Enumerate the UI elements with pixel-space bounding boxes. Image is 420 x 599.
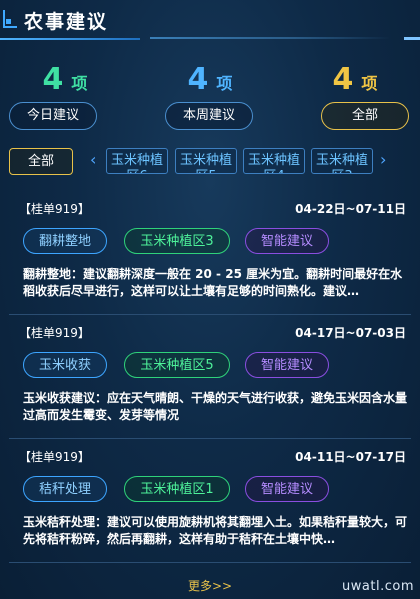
stat-today: 4项 <box>0 62 130 97</box>
variety-code: 【桂单919】 <box>19 450 90 464</box>
advice-card[interactable]: 【桂单919】 04-22日~07-11日 翻耕整地 玉米种植区3 智能建议 翻… <box>9 190 411 315</box>
filter-all-button[interactable]: 全部 <box>9 148 73 175</box>
variety-code: 【桂单919】 <box>19 202 90 216</box>
chevron-left-icon[interactable]: ‹ <box>90 150 96 169</box>
header-dot-icon <box>6 19 11 24</box>
task-tag: 秸秆处理 <box>23 476 107 502</box>
stat-week-unit: 项 <box>216 74 233 93</box>
date-range: 04-22日~07-11日 <box>295 202 406 216</box>
smart-tag: 智能建议 <box>245 476 329 502</box>
more-link[interactable]: 更多>> <box>188 577 232 594</box>
advice-card[interactable]: 【桂单919】 04-17日~07-03日 玉米收获 玉米种植区5 智能建议 玉… <box>9 314 411 439</box>
variety-code: 【桂单919】 <box>19 326 90 340</box>
stat-all: 4项 <box>290 62 420 97</box>
task-tag: 玉米收获 <box>23 352 107 378</box>
advice-text: 玉米收获建议：应在天气晴朗、干燥的天气进行收获，避免玉米因含水量过高而发生霉变、… <box>23 391 408 422</box>
area-tag: 玉米种植区3 <box>124 228 230 254</box>
date-range: 04-11日~07-17日 <box>295 450 406 464</box>
panel-title: 农事建议 <box>24 11 109 33</box>
week-button[interactable]: 本周建议 <box>165 102 253 130</box>
tab-crop-area-3[interactable]: 玉米种植区3 <box>311 148 373 174</box>
advice-text: 翻耕整地：建议翻耕深度一般在 20 - 25 厘米为宜。翻耕时间最好在水稻收获后… <box>23 267 403 298</box>
tab-crop-area-5[interactable]: 玉米种植区5 <box>175 148 237 174</box>
all-button[interactable]: 全部 <box>321 102 409 130</box>
area-tag: 玉米种植区5 <box>124 352 230 378</box>
header-dash <box>404 37 420 40</box>
tab-crop-area-6[interactable]: 玉米种植区6 <box>106 148 168 174</box>
task-tag: 翻耕整地 <box>23 228 107 254</box>
header-underline <box>0 38 140 40</box>
advice-card[interactable]: 【桂单919】 04-11日~07-17日 秸秆处理 玉米种植区1 智能建议 玉… <box>9 438 411 563</box>
header-divider <box>150 37 390 39</box>
stat-all-unit: 项 <box>361 74 378 93</box>
chevron-right-icon[interactable]: › <box>380 150 386 169</box>
advice-text: 玉米秸秆处理：建议可以使用旋耕机将其翻埋入土。如果秸秆量较大，可先将秸秆粉碎，然… <box>23 515 408 546</box>
smart-tag: 智能建议 <box>245 228 329 254</box>
stat-today-unit: 项 <box>71 74 88 93</box>
watermark: uwatl.com <box>342 579 414 594</box>
panel-header: 农事建议 <box>0 0 420 42</box>
stat-all-value: 4 <box>332 62 354 97</box>
today-button[interactable]: 今日建议 <box>9 102 97 130</box>
area-tag: 玉米种植区1 <box>124 476 230 502</box>
stat-week: 4项 <box>145 62 275 97</box>
smart-tag: 智能建议 <box>245 352 329 378</box>
stat-week-value: 4 <box>187 62 209 97</box>
stat-today-value: 4 <box>42 62 64 97</box>
date-range: 04-17日~07-03日 <box>295 326 406 340</box>
tab-crop-area-4[interactable]: 玉米种植区4 <box>243 148 305 174</box>
